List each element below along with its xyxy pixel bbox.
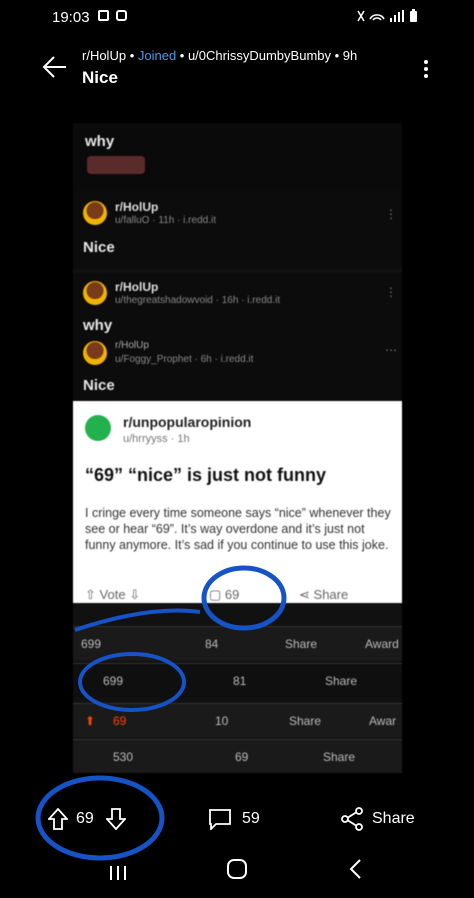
share-label: Share: [325, 674, 358, 688]
avatar: [83, 341, 107, 365]
embedded-body: I cringe every time someone says “nice” …: [85, 506, 391, 552]
embedded-meta: u/Foggy_Prophet · 6h · i.redd.it: [115, 354, 254, 365]
embedded-meta: u/thegreatshadowvoid · 16h · i.redd.it: [115, 295, 281, 306]
gallery-notification-icon: [98, 10, 109, 21]
back-nav-icon[interactable]: [348, 858, 362, 885]
embedded-meta: u/hrryyss · 1h: [123, 433, 190, 445]
avatar: [83, 201, 107, 225]
status-bar: 19:03: [0, 0, 474, 34]
share-label: Share: [313, 587, 349, 602]
share-label: Share: [323, 750, 356, 764]
comment-count: 10: [215, 714, 229, 728]
vote-count: 699: [103, 674, 124, 688]
embedded-meta: u/falluO · 11h · i.redd.it: [115, 215, 216, 226]
upvote-icon[interactable]: [46, 807, 70, 835]
share-label: Share: [289, 714, 322, 728]
status-time: 19:03: [52, 9, 90, 26]
share-label: Share: [285, 637, 318, 651]
comment-count: 59: [242, 810, 260, 827]
comment-count: ▢ 69: [209, 587, 239, 603]
share-icon[interactable]: [340, 807, 364, 836]
redacted-strip: [87, 156, 145, 174]
share-row: ⋖ Share: [299, 587, 348, 603]
vote-count: 530: [113, 750, 134, 764]
embedded-sub: r/HolUp: [115, 200, 159, 214]
home-icon[interactable]: [226, 858, 248, 885]
award-label: Award: [365, 637, 399, 651]
embedded-title: Nice: [83, 239, 115, 256]
vote-label: Vote: [99, 587, 126, 602]
system-nav-bar: [0, 848, 474, 898]
comment-count-value: 69: [224, 587, 240, 602]
back-arrow-icon[interactable]: [42, 54, 68, 80]
comment-icon[interactable]: [208, 808, 232, 835]
system-icons: [356, 9, 422, 26]
more-icon: ⋮: [385, 285, 397, 299]
post-age: 9h: [342, 48, 358, 63]
more-options-icon[interactable]: [420, 58, 432, 80]
embedded-action-bar: 699 81 Share: [73, 663, 402, 698]
avatar: [83, 281, 107, 305]
embedded-title: Nice: [83, 377, 115, 394]
downvote-icon[interactable]: [104, 808, 128, 835]
share-button[interactable]: Share: [372, 810, 415, 828]
vote-row: ⇧ Vote ⇩: [85, 587, 140, 603]
embedded-top-title: why: [85, 133, 115, 150]
subreddit-icon: [85, 415, 111, 441]
more-icon: ⋯: [385, 343, 397, 357]
page-title: Nice: [82, 68, 118, 87]
share-icon: ⋖: [299, 587, 310, 602]
upvote-active-icon: ⬆: [85, 714, 96, 728]
embedded-white-post: r/unpopularopinion u/hrryyss · 1h “69” “…: [73, 401, 402, 603]
subreddit-link[interactable]: r/HolUp: [82, 48, 126, 63]
embedded-action-bar: 699 84 Share Award: [73, 626, 402, 661]
comment-count: 69: [235, 750, 249, 764]
embedded-title: “69” “nice” is just not funny: [85, 465, 327, 485]
upvote-icon: ⇧: [85, 587, 96, 602]
post-action-bar: 69 59 Share: [0, 792, 474, 844]
embedded-action-bar: 530 69 Share: [73, 739, 402, 773]
vote-count: 69: [113, 714, 127, 728]
embedded-sub: r/HolUp: [115, 280, 159, 294]
award-label: Awar: [369, 714, 397, 728]
comment-count: 84: [205, 637, 219, 651]
more-icon: ⋮: [385, 207, 397, 221]
post-image[interactable]: why r/HolUp u/falluO · 11h · i.redd.it ⋮…: [73, 123, 402, 773]
app-notification-icon: [116, 10, 127, 21]
comment-icon: ▢: [209, 587, 222, 602]
author-link[interactable]: u/0ChrissyDumbyBumby: [188, 48, 331, 63]
joined-label: Joined: [137, 48, 177, 63]
comment-count: 81: [233, 674, 247, 688]
recent-apps-icon[interactable]: [108, 862, 128, 887]
embedded-title: why: [83, 317, 113, 334]
embedded-sub: r/HolUp: [115, 340, 149, 351]
embedded-sub: r/unpopularopinion: [123, 414, 252, 430]
downvote-icon: ⇩: [129, 587, 141, 602]
post-meta: r/HolUp • Joined • u/0ChrissyDumbyBumby …: [82, 48, 358, 63]
vote-count: 69: [76, 810, 94, 827]
vote-count: 699: [81, 637, 102, 651]
embedded-action-bar: ⬆ 69 10 Share Awar: [73, 703, 402, 738]
